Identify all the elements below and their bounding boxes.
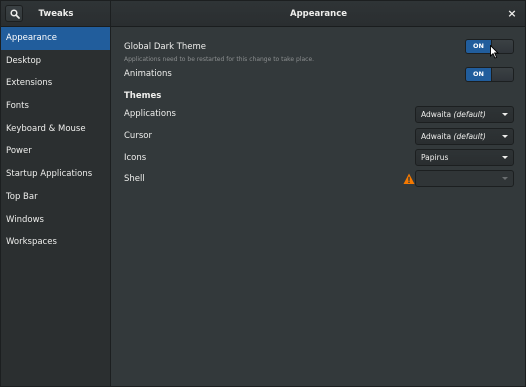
- chevron-down-icon: [502, 135, 508, 138]
- chevron-down-icon: [502, 113, 508, 116]
- sidebar-item-windows[interactable]: Windows: [1, 209, 110, 232]
- warning-icon: [403, 173, 415, 184]
- animations-label: Animations: [124, 69, 172, 79]
- tweaks-window: Tweaks Appearance × Appearance Desktop E…: [0, 0, 526, 387]
- search-icon: [10, 9, 20, 19]
- animations-switch[interactable]: ON: [465, 67, 514, 82]
- sidebar-item-label: Fonts: [6, 101, 29, 112]
- header-left: Tweaks: [1, 1, 111, 27]
- sidebar-item-label: Extensions: [6, 78, 53, 89]
- sidebar-item-appearance[interactable]: Appearance: [1, 27, 110, 50]
- page-title: Appearance: [289, 9, 348, 19]
- cursor-theme-label: Cursor: [124, 131, 152, 141]
- header-bar: Tweaks Appearance ×: [1, 1, 525, 27]
- dropdown-value: Papirus: [421, 153, 449, 162]
- switch-on-label: ON: [466, 68, 491, 81]
- sidebar-item-keyboard-mouse[interactable]: Keyboard & Mouse: [1, 118, 110, 141]
- sidebar-item-label: Windows: [6, 214, 44, 225]
- chevron-down-icon: [502, 156, 508, 159]
- sidebar-item-startup-applications[interactable]: Startup Applications: [1, 163, 110, 186]
- applications-theme-dropdown[interactable]: Adwaita (default): [415, 106, 514, 123]
- app-title: Tweaks: [38, 9, 74, 19]
- close-button[interactable]: ×: [505, 7, 519, 21]
- applications-theme-label: Applications: [124, 109, 176, 119]
- sidebar-item-label: Power: [6, 146, 32, 157]
- shell-theme-label: Shell: [124, 174, 145, 184]
- themes-section-title: Themes: [124, 91, 162, 101]
- sidebar-item-label: Workspaces: [6, 237, 57, 248]
- dropdown-value: Adwaita: [421, 132, 452, 141]
- dropdown-value: Adwaita: [421, 110, 452, 119]
- sidebar-item-label: Keyboard & Mouse: [6, 123, 86, 134]
- sidebar-item-desktop[interactable]: Desktop: [1, 50, 110, 73]
- close-icon: ×: [507, 7, 517, 20]
- icons-theme-dropdown[interactable]: Papirus: [415, 149, 514, 166]
- mouse-pointer-icon: [490, 45, 499, 59]
- switch-on-label: ON: [466, 40, 491, 53]
- sidebar-item-label: Desktop: [6, 55, 42, 66]
- switch-knob: [491, 68, 513, 81]
- sidebar-item-top-bar[interactable]: Top Bar: [1, 186, 110, 209]
- sidebar-item-extensions[interactable]: Extensions: [1, 72, 110, 95]
- dropdown-default-suffix: (default): [453, 132, 486, 141]
- global-dark-theme-note: Applications need to be restarted for th…: [124, 56, 315, 63]
- chevron-down-icon: [502, 177, 508, 180]
- dropdown-default-suffix: (default): [453, 110, 486, 119]
- search-button[interactable]: [5, 5, 23, 22]
- sidebar-item-power[interactable]: Power: [1, 140, 110, 163]
- sidebar-item-label: Startup Applications: [6, 169, 93, 180]
- sidebar-item-workspaces[interactable]: Workspaces: [1, 231, 110, 254]
- cursor-theme-dropdown[interactable]: Adwaita (default): [415, 128, 514, 145]
- sidebar-item-fonts[interactable]: Fonts: [1, 95, 110, 118]
- sidebar-item-label: Appearance: [6, 33, 58, 43]
- shell-theme-dropdown[interactable]: [415, 170, 514, 187]
- sidebar-item-label: Top Bar: [6, 191, 38, 202]
- icons-theme-label: Icons: [124, 153, 147, 163]
- global-dark-theme-label: Global Dark Theme: [124, 42, 207, 52]
- appearance-panel: Global Dark Theme Applications need to b…: [112, 27, 525, 386]
- sidebar: Appearance Desktop Extensions Fonts Keyb…: [1, 27, 111, 386]
